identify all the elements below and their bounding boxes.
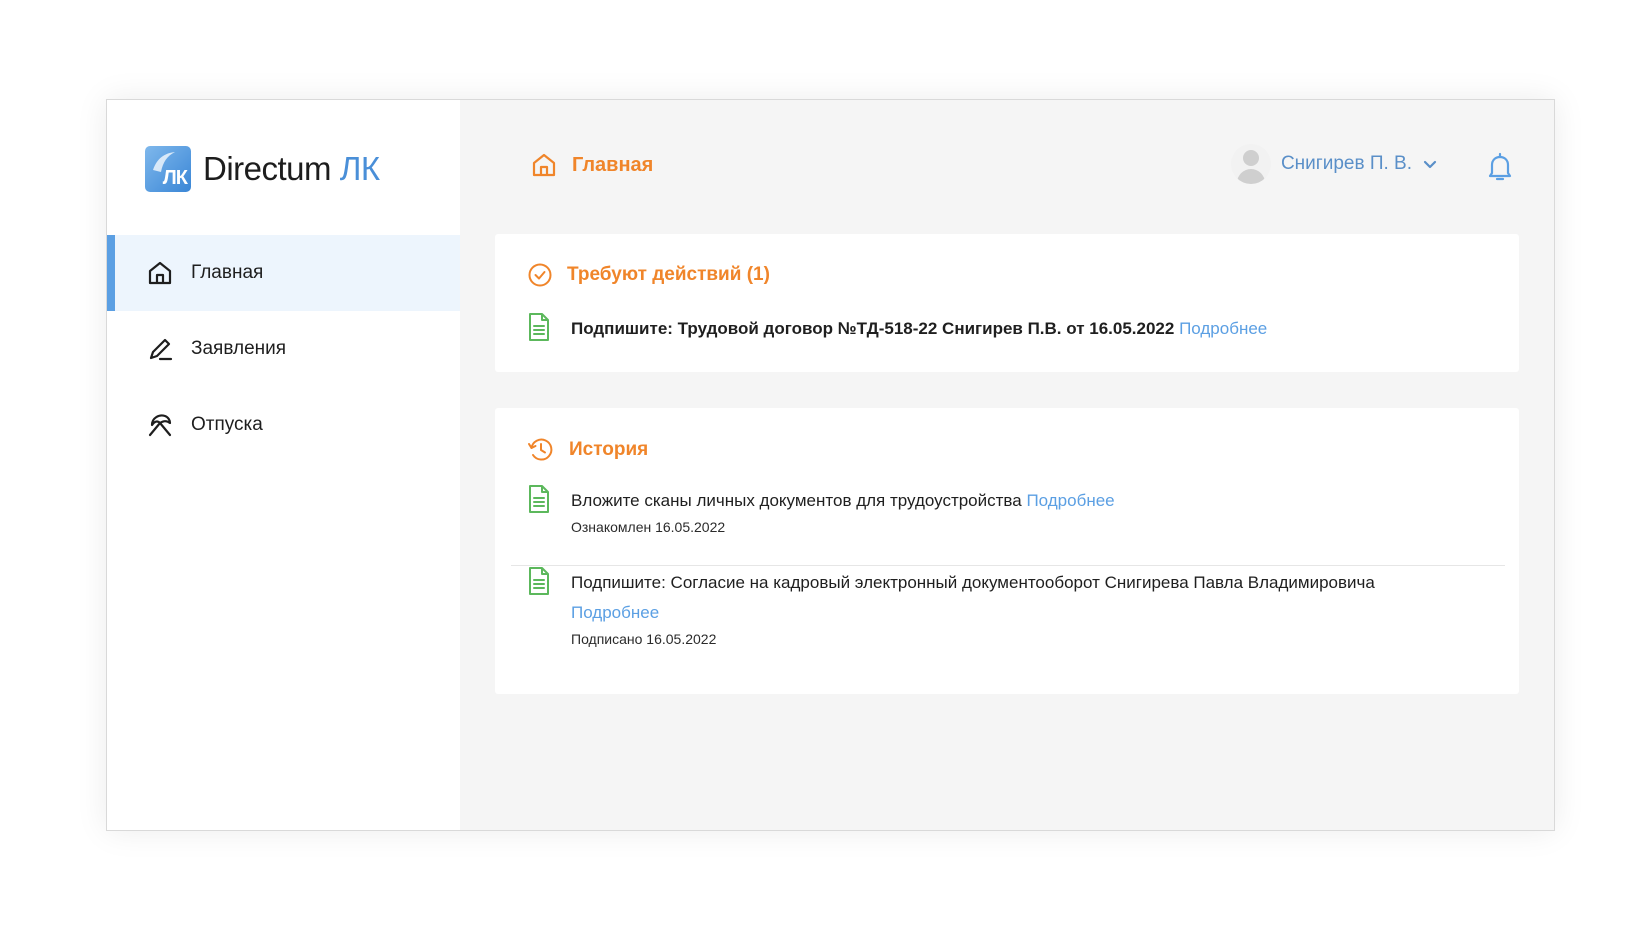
sidebar-item-home[interactable]: Главная (107, 235, 460, 311)
sidebar-item-applications[interactable]: Заявления (107, 311, 460, 387)
list-item: Подпишите: Согласие на кадровый электрон… (527, 567, 1505, 650)
details-link[interactable]: Подробнее (1179, 319, 1267, 338)
actions-card-header: Требуют действий (1) (527, 262, 770, 288)
details-link[interactable]: Подробнее (1026, 491, 1114, 510)
action-text: Подпишите: Трудовой договор №ТД-518-22 С… (571, 319, 1175, 338)
brand-name-main: Directum (203, 150, 332, 187)
logo[interactable]: ЛК Directum ЛК (145, 146, 380, 192)
umbrella-icon (145, 410, 175, 440)
history-text: Подпишите: Согласие на кадровый электрон… (571, 573, 1375, 592)
history-card: История Вложите сканы личных документов … (495, 408, 1519, 694)
pen-icon (145, 334, 175, 364)
sidebar-nav: Главная Заявления Отпуска (107, 235, 460, 463)
notifications-button[interactable] (1486, 152, 1514, 187)
details-link[interactable]: Подробнее (571, 598, 1375, 628)
list-item: Вложите сканы личных документов для труд… (527, 485, 1505, 538)
history-status: Ознакомлен 16.05.2022 (571, 519, 726, 535)
brand-name-accent: ЛК (339, 150, 380, 187)
logo-mark: ЛК (145, 146, 191, 192)
divider (511, 565, 1505, 566)
sidebar-item-label: Отпуска (191, 414, 263, 435)
history-status: Подписано 16.05.2022 (571, 631, 717, 647)
history-card-header: История (527, 436, 648, 464)
list-item: Подпишите: Трудовой договор №ТД-518-22 С… (527, 313, 1505, 344)
actions-card-title: Требуют действий (1) (567, 264, 770, 285)
logo-mark-text: ЛК (162, 167, 188, 189)
list-item-text: Вложите сканы личных документов для труд… (571, 486, 1115, 538)
document-icon (529, 485, 549, 513)
app-window: ЛК Directum ЛК Главная Заявления Отпуска… (106, 99, 1555, 831)
list-item-text: Подпишите: Согласие на кадровый электрон… (571, 568, 1375, 650)
history-text: Вложите сканы личных документов для труд… (571, 491, 1022, 510)
page-title-text: Главная (572, 153, 654, 176)
user-name: Снигирев П. В. (1280, 153, 1412, 174)
actions-card: Требуют действий (1) Подпишите: Трудовой… (495, 234, 1519, 372)
document-icon (529, 567, 549, 595)
page-title: Главная (530, 151, 653, 179)
user-menu[interactable]: Снигирев П. В. (1230, 144, 1438, 184)
chevron-down-icon (1423, 160, 1437, 169)
check-circle-icon (528, 263, 552, 287)
home-icon (145, 258, 175, 288)
sidebar: ЛК Directum ЛК Главная Заявления Отпуска (107, 100, 460, 830)
brand-name: Directum ЛК (203, 150, 380, 188)
avatar (1230, 144, 1271, 184)
history-icon (528, 438, 553, 461)
sidebar-item-vacations[interactable]: Отпуска (107, 387, 460, 463)
home-icon (532, 153, 556, 177)
main-content: Главная Снигирев П. В. Требуют действий … (460, 100, 1554, 830)
history-card-title: История (569, 439, 649, 460)
list-item-text: Подпишите: Трудовой договор №ТД-518-22 С… (571, 314, 1267, 344)
sidebar-item-label: Главная (191, 262, 264, 283)
document-icon (529, 313, 549, 341)
bell-icon (1488, 152, 1512, 181)
sidebar-item-label: Заявления (191, 338, 287, 359)
